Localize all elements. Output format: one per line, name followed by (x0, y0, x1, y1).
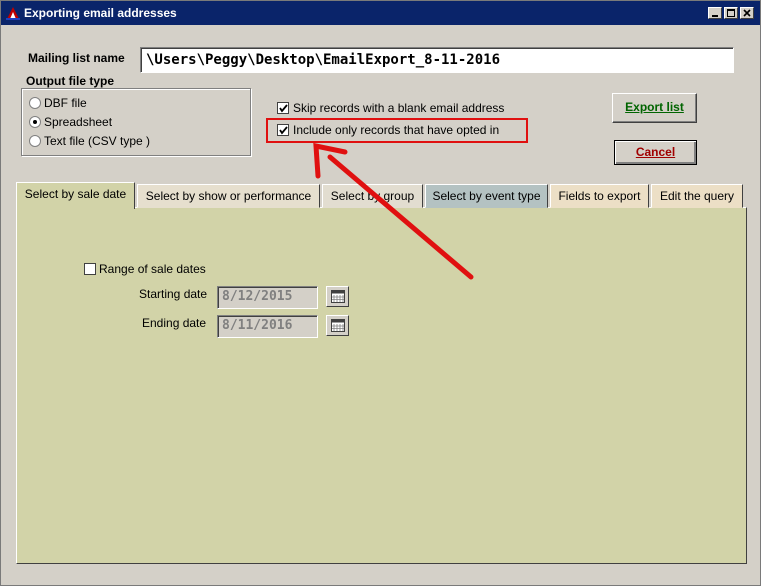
export-dialog-window: Exporting email addresses Mailing list n… (0, 0, 761, 586)
red-annotation-arrow (313, 142, 474, 280)
